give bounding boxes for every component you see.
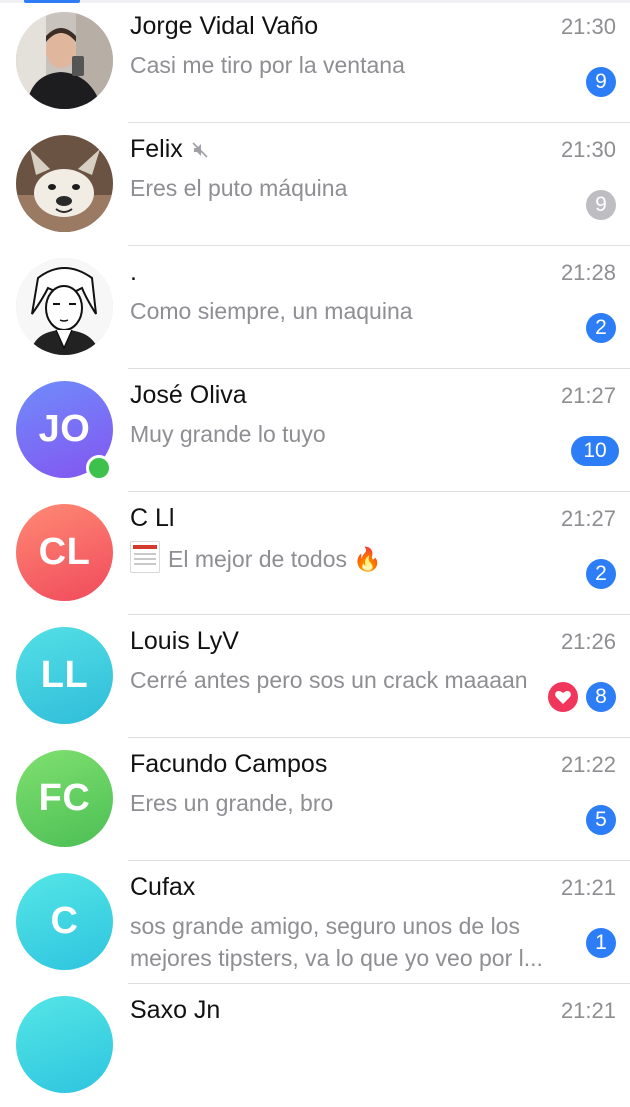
chat-time: 21:30 (560, 14, 616, 39)
chat-row-cufax[interactable]: C Cufax 21:21 sos grande amigo, seguro u… (0, 861, 630, 984)
document-thumbnail-icon (130, 541, 160, 573)
fire-emoji-icon: 🔥 (353, 547, 383, 573)
unread-badge: 2 (586, 559, 616, 589)
avatar-initials: JO (38, 408, 91, 450)
avatar: FC (16, 750, 113, 847)
unread-badge: 2 (586, 313, 616, 343)
chat-preview: El mejor de todos 🔥 (130, 541, 560, 576)
chat-preview: Eres un grande, bro (130, 790, 334, 816)
avatar-initials: LL (40, 654, 89, 696)
chat-row-facundo[interactable]: FC Facundo Campos 21:22 Eres un grande, … (0, 738, 630, 861)
chat-row-louis[interactable]: LL Louis LyV 21:26 Cerré antes pero sos … (0, 615, 630, 738)
avatar: CL (16, 504, 113, 601)
chat-name: C Ll (130, 504, 175, 532)
chat-list: Jorge Vidal Vaño 21:30 Casi me tiro por … (0, 0, 630, 1093)
chat-preview: Cerré antes pero sos un crack maaaan (130, 667, 528, 693)
chat-name: Jorge Vidal Vaño (130, 12, 319, 40)
chat-name: Felix (130, 135, 209, 164)
chat-name: Saxo Jn (130, 996, 221, 1024)
heart-reaction-icon (548, 682, 578, 712)
chat-row-cll[interactable]: CL C Ll 21:27 El mejor de todos 🔥 2 (0, 492, 630, 615)
chat-time: 21:21 (560, 998, 616, 1023)
chat-row-felix[interactable]: Felix 21:30 Eres el puto máquina 9 (0, 123, 630, 246)
avatar (16, 996, 113, 1093)
chat-time: 21:28 (560, 260, 616, 285)
chat-name: Louis LyV (130, 627, 239, 655)
chat-row-dot[interactable]: . 21:28 Como siempre, un maquina 2 (0, 246, 630, 369)
chat-time: 21:27 (560, 383, 616, 408)
chat-time: 21:26 (560, 629, 616, 654)
chat-preview: Como siempre, un maquina (130, 298, 413, 324)
chat-preview: Muy grande lo tuyo (130, 421, 326, 447)
online-indicator (86, 455, 112, 481)
avatar-initials: FC (38, 777, 91, 819)
unread-badge: 9 (586, 190, 616, 220)
avatar: LL (16, 627, 113, 724)
chat-time: 21:22 (560, 752, 616, 777)
dog-photo-icon (16, 135, 113, 232)
chat-name: Facundo Campos (130, 750, 328, 778)
chat-row-jorge[interactable]: Jorge Vidal Vaño 21:30 Casi me tiro por … (0, 0, 630, 123)
unread-badge: 9 (586, 67, 616, 97)
unread-badge: 10 (571, 436, 619, 466)
avatar (16, 258, 113, 355)
chat-preview: Casi me tiro por la ventana (130, 52, 405, 78)
avatar: C (16, 873, 113, 970)
muted-speaker-icon (192, 141, 208, 158)
avatar-initials: CL (38, 531, 91, 573)
avatar-initials: C (50, 900, 79, 942)
chat-time: 21:27 (560, 506, 616, 531)
anime-drawing-icon (16, 258, 113, 355)
unread-badge: 8 (586, 682, 616, 712)
person-photo-icon (16, 12, 113, 109)
chat-name: Cufax (130, 873, 196, 901)
chat-row-jose[interactable]: JO José Oliva 21:27 Muy grande lo tuyo 1… (0, 369, 630, 492)
avatar (16, 12, 113, 109)
chat-name: . (130, 258, 137, 286)
unread-badge: 1 (586, 928, 616, 958)
chat-time: 21:30 (560, 137, 616, 162)
chat-preview-text: El mejor de todos (168, 546, 347, 572)
chat-row-saxo[interactable]: Saxo Jn 21:21 (0, 984, 630, 1107)
chat-time: 21:21 (560, 875, 616, 900)
chat-name: José Oliva (130, 381, 247, 409)
chat-preview: sos grande amigo, seguro unos de los mej… (130, 913, 543, 971)
chat-preview: Eres el puto máquina (130, 175, 348, 201)
unread-badge: 5 (586, 805, 616, 835)
avatar (16, 135, 113, 232)
